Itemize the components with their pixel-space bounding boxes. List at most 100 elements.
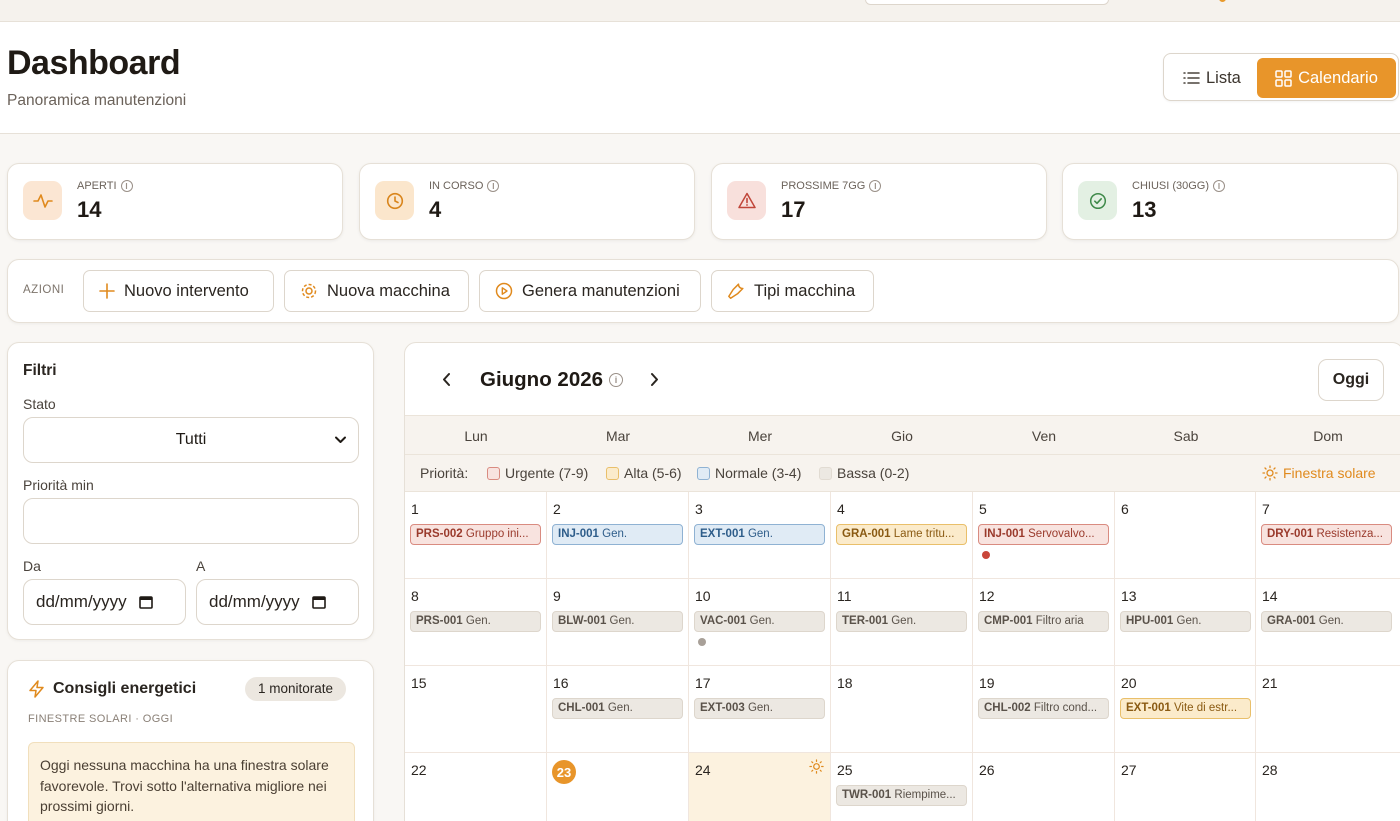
- event-text: Vite di estr...: [1173, 702, 1238, 714]
- stat-label: APERTI i: [77, 180, 133, 192]
- maintenance-event[interactable]: TWR-001 Riempime...: [836, 785, 967, 806]
- calendar-day-cell[interactable]: 8 PRS-001 Gen.: [405, 579, 547, 666]
- today-day-number: 23: [552, 760, 576, 784]
- calendar-day-cell[interactable]: 24: [689, 753, 831, 821]
- calendar-day-cell[interactable]: 22: [405, 753, 547, 821]
- status-dot: [698, 638, 706, 646]
- machine-types-button[interactable]: Tipi macchina: [711, 270, 874, 312]
- legend-high-swatch: [606, 466, 619, 480]
- info-icon[interactable]: i: [609, 373, 624, 387]
- event-code: INJ-001: [558, 528, 599, 540]
- legend-low-label: Bassa (0-2): [837, 465, 910, 481]
- day-number: 6: [1121, 501, 1129, 517]
- info-icon[interactable]: i: [487, 180, 500, 192]
- priority-legend: Priorità: Urgente (7-9) Alta (5-6) Norma…: [405, 455, 1400, 492]
- calendar-icon[interactable]: [138, 595, 153, 609]
- weekday-mer: Mer: [747, 428, 773, 444]
- maintenance-event[interactable]: INJ-001 Servovalvo...: [978, 524, 1109, 545]
- calendar-day-cell[interactable]: 18: [831, 666, 973, 753]
- calendar-view-button[interactable]: Calendario: [1257, 58, 1396, 98]
- calendar-day-cell[interactable]: 5 INJ-001 Servovalvo...: [973, 492, 1115, 579]
- calendar-day-cell[interactable]: 4 GRA-001 Lame tritu...: [831, 492, 973, 579]
- event-code: PRS-002: [416, 528, 463, 540]
- calendar-day-cell[interactable]: 25 TWR-001 Riempime...: [831, 753, 973, 821]
- top-bar: [0, 0, 1400, 22]
- priority-min-input[interactable]: [23, 498, 359, 544]
- calendar-icon[interactable]: [311, 595, 326, 609]
- calendar-day-cell[interactable]: 14 GRA-001 Gen.: [1256, 579, 1400, 666]
- maintenance-event[interactable]: BLW-001 Gen.: [552, 611, 683, 632]
- maintenance-event[interactable]: HPU-001 Gen.: [1120, 611, 1251, 632]
- day-number: 18: [837, 675, 853, 691]
- maintenance-event[interactable]: PRS-002 Gruppo ini...: [410, 524, 541, 545]
- calendar-day-cell[interactable]: 7 DRY-001 Resistenza...: [1256, 492, 1400, 579]
- from-date-input[interactable]: dd/mm/yyyy: [23, 579, 186, 625]
- chevron-right-icon[interactable]: [650, 372, 660, 387]
- page-subtitle: Panoramica manutenzioni: [7, 92, 187, 109]
- calendar-day-cell[interactable]: 2 INJ-001 Gen.: [547, 492, 689, 579]
- calendar-day-cell[interactable]: 28: [1256, 753, 1400, 821]
- calendar-day-cell[interactable]: 6: [1115, 492, 1256, 579]
- new-intervention-button[interactable]: Nuovo intervento: [83, 270, 274, 312]
- day-number: 13: [1121, 588, 1137, 604]
- search-input[interactable]: [865, 0, 1109, 5]
- calendar-day-cell[interactable]: 1 PRS-002 Gruppo ini...: [405, 492, 547, 579]
- new-machine-button[interactable]: Nuova macchina: [284, 270, 469, 312]
- to-date-input[interactable]: dd/mm/yyyy: [196, 579, 359, 625]
- maintenance-event[interactable]: VAC-001 Gen.: [694, 611, 825, 632]
- today-button[interactable]: Oggi: [1318, 359, 1384, 401]
- calendar-day-cell[interactable]: 26: [973, 753, 1115, 821]
- solar-window-link[interactable]: Finestra solare: [1262, 465, 1376, 481]
- state-select[interactable]: Tutti: [23, 417, 359, 463]
- energy-subtitle: FINESTRE SOLARI · OGGI: [28, 713, 174, 725]
- maintenance-event[interactable]: GRA-001 Gen.: [1261, 611, 1392, 632]
- calendar-day-cell[interactable]: 15: [405, 666, 547, 753]
- info-icon[interactable]: i: [869, 180, 882, 192]
- calendar-day-cell[interactable]: 12 CMP-001 Filtro aria: [973, 579, 1115, 666]
- gear-icon: [301, 283, 317, 299]
- calendar-day-cell[interactable]: 9 BLW-001 Gen.: [547, 579, 689, 666]
- play-circle-icon: [495, 282, 513, 300]
- check-circle-icon: [1078, 181, 1117, 220]
- day-number: 7: [1262, 501, 1270, 517]
- maintenance-event[interactable]: DRY-001 Resistenza...: [1261, 524, 1392, 545]
- day-number: 8: [411, 588, 419, 604]
- calendar-day-cell[interactable]: 19 CHL-002 Filtro cond...: [973, 666, 1115, 753]
- maintenance-event[interactable]: GRA-001 Lame tritu...: [836, 524, 967, 545]
- maintenance-event[interactable]: CMP-001 Filtro aria: [978, 611, 1109, 632]
- day-number: 10: [695, 588, 711, 604]
- generate-maintenance-button[interactable]: Genera manutenzioni: [479, 270, 701, 312]
- list-view-button[interactable]: Lista: [1183, 58, 1251, 98]
- calendar-day-cell[interactable]: 16 CHL-001 Gen.: [547, 666, 689, 753]
- calendar-day-cell[interactable]: 3 EXT-001 Gen.: [689, 492, 831, 579]
- calendar-day-cell[interactable]: 11 TER-001 Gen.: [831, 579, 973, 666]
- chevron-left-icon[interactable]: [441, 372, 451, 387]
- weekday-header: Lun Mar Mer Gio Ven Sab Dom: [405, 415, 1400, 455]
- info-icon[interactable]: i: [120, 180, 133, 192]
- info-icon[interactable]: i: [1213, 180, 1226, 192]
- calendar-day-cell[interactable]: 20 EXT-001 Vite di estr...: [1115, 666, 1256, 753]
- maintenance-event[interactable]: PRS-001 Gen.: [410, 611, 541, 632]
- day-number: 27: [1121, 762, 1137, 778]
- calendar-day-cell[interactable]: 27: [1115, 753, 1256, 821]
- clock-icon: [375, 181, 414, 220]
- calendar-day-cell[interactable]: 17 EXT-003 Gen.: [689, 666, 831, 753]
- event-code: HPU-001: [1126, 615, 1174, 627]
- stat-label: CHIUSI (30GG) i: [1132, 180, 1226, 192]
- notification-dot[interactable]: [1219, 0, 1226, 2]
- calendar-day-cell[interactable]: 10 VAC-001 Gen.: [689, 579, 831, 666]
- maintenance-event[interactable]: EXT-001 Gen.: [694, 524, 825, 545]
- maintenance-event[interactable]: TER-001 Gen.: [836, 611, 967, 632]
- page-header: Dashboard Panoramica manutenzioni Lista …: [0, 22, 1400, 134]
- calendar-day-cell[interactable]: 21: [1256, 666, 1400, 753]
- calendar-day-cell[interactable]: 13 HPU-001 Gen.: [1115, 579, 1256, 666]
- maintenance-event[interactable]: EXT-003 Gen.: [694, 698, 825, 719]
- day-number: 28: [1262, 762, 1278, 778]
- calendar-view-label: Calendario: [1298, 68, 1378, 87]
- maintenance-event[interactable]: INJ-001 Gen.: [552, 524, 683, 545]
- maintenance-event[interactable]: EXT-001 Vite di estr...: [1120, 698, 1251, 719]
- chevron-down-icon: [335, 436, 346, 443]
- maintenance-event[interactable]: CHL-001 Gen.: [552, 698, 683, 719]
- maintenance-event[interactable]: CHL-002 Filtro cond...: [978, 698, 1109, 719]
- calendar-day-cell[interactable]: 23: [547, 753, 689, 821]
